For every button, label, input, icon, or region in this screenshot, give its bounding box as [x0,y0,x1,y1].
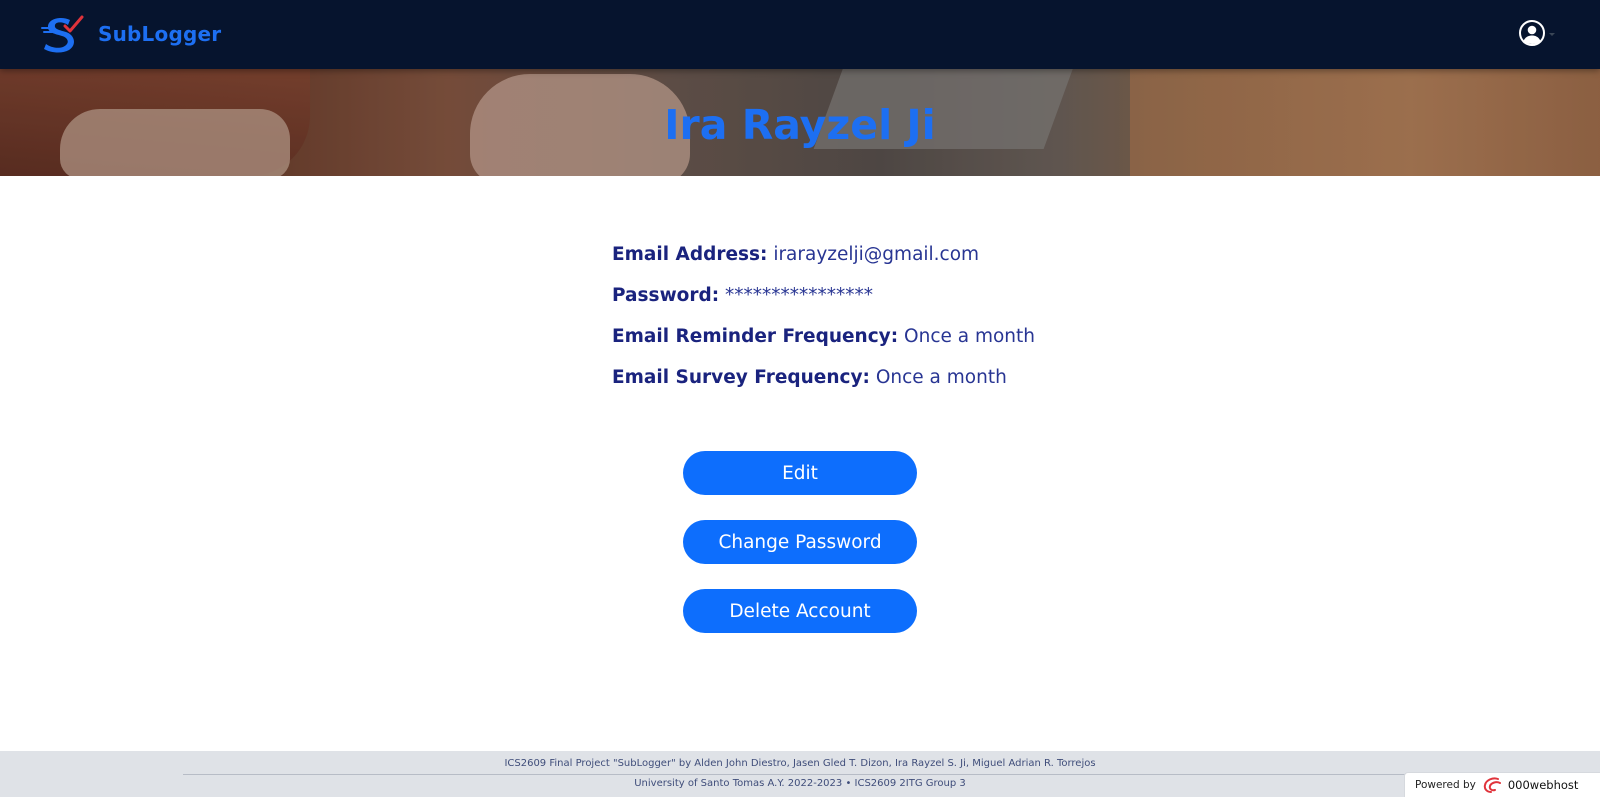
footer-university: University of Santo Tomas A.Y. 2022-2023… [634,778,966,789]
email-address-row: Email Address: irarayzelji@gmail.com [612,244,1035,285]
email-survey-frequency-row: Email Survey Frequency: Once a month [612,367,1035,408]
brand-name: SubLogger [98,22,222,46]
account-details: Email Address: irarayzelji@gmail.com Pas… [612,244,1035,408]
profile-name-heading: Ira Rayzel Ji [664,100,936,149]
email-reminder-frequency-label: Email Reminder Frequency: [612,326,899,347]
footer-credits: ICS2609 Final Project "SubLogger" by Ald… [504,758,1096,769]
email-address-value: irarayzelji@gmail.com [773,244,980,265]
user-circle-icon [1519,20,1545,46]
sublogger-logo-icon [41,15,84,53]
top-navbar: SubLogger [0,0,1600,69]
000webhost-logo-icon [1483,777,1501,793]
powered-by-label: Powered by [1415,779,1476,791]
chevron-down-icon [1549,32,1555,36]
profile-menu-button[interactable] [1518,19,1555,47]
password-label: Password: [612,285,720,306]
password-value: **************** [725,285,874,306]
powered-by-badge[interactable]: Powered by 000webhost [1404,772,1600,797]
email-survey-frequency-value: Once a month [875,367,1007,388]
delete-account-button[interactable]: Delete Account [683,589,917,633]
page-footer: ICS2609 Final Project "SubLogger" by Ald… [0,751,1600,797]
footer-divider [183,774,1417,775]
email-reminder-frequency-row: Email Reminder Frequency: Once a month [612,326,1035,367]
profile-hero-banner: Ira Rayzel Ji [0,69,1600,176]
edit-button[interactable]: Edit [683,451,917,495]
email-address-label: Email Address: [612,244,768,265]
change-password-button[interactable]: Change Password [683,520,917,564]
email-survey-frequency-label: Email Survey Frequency: [612,367,870,388]
host-name: 000webhost [1507,778,1579,792]
email-reminder-frequency-value: Once a month [904,326,1036,347]
password-row: Password: **************** [612,285,1035,326]
brand-link[interactable]: SubLogger [40,14,221,54]
